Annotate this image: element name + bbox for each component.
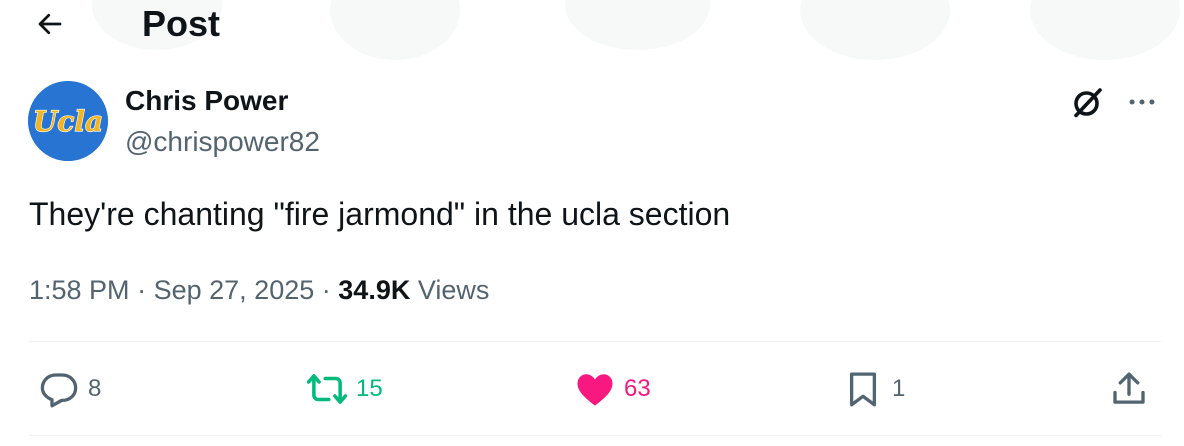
- reply-count: 8: [88, 375, 102, 402]
- divider: [29, 435, 1161, 436]
- tweet-date[interactable]: Sep 27, 2025: [154, 275, 315, 305]
- views-count: 34.9K: [338, 275, 411, 305]
- svg-text:Ucla: Ucla: [33, 105, 103, 138]
- bookmark-count: 1: [892, 375, 906, 402]
- blurred-background-shape: [1030, 0, 1180, 60]
- reply-button[interactable]: 8: [38, 366, 101, 412]
- views-label: Views: [417, 275, 490, 305]
- avatar[interactable]: Ucla: [28, 81, 108, 161]
- back-button[interactable]: [30, 4, 70, 44]
- reply-icon: [40, 373, 78, 408]
- blurred-background-shape: [330, 0, 460, 60]
- more-options-button[interactable]: [1122, 84, 1162, 120]
- meta-separator: ·: [137, 275, 147, 305]
- ucla-logo: Ucla: [28, 81, 108, 161]
- bookmark-icon: [849, 372, 877, 407]
- grok-icon: [1074, 88, 1102, 118]
- tweet-meta: 1:58 PM · Sep 27, 2025 · 34.9K Views: [29, 272, 489, 308]
- like-button[interactable]: 63: [574, 366, 651, 412]
- tweet-text: They're chanting "fire jarmond" in the u…: [29, 196, 731, 232]
- blurred-background-shape: [800, 0, 950, 60]
- grok-button[interactable]: [1068, 84, 1108, 120]
- tweet-time[interactable]: 1:58 PM: [29, 275, 130, 305]
- author-name[interactable]: Chris Power: [125, 84, 288, 118]
- author-handle[interactable]: @chrispower82: [125, 125, 320, 159]
- page-title: Post: [142, 3, 221, 44]
- repost-button[interactable]: 15: [306, 366, 383, 412]
- bookmark-button[interactable]: 1: [842, 366, 905, 412]
- blurred-background-shape: [565, 0, 710, 50]
- repost-icon: [306, 374, 348, 404]
- heart-icon: [577, 374, 613, 406]
- share-button[interactable]: [1108, 366, 1150, 412]
- divider: [29, 341, 1161, 342]
- meta-separator: ·: [321, 275, 331, 305]
- post-page: Post Ucla Chris Power @chrispower82 They…: [0, 0, 1184, 446]
- more-icon: [1129, 99, 1155, 105]
- share-icon: [1113, 372, 1145, 404]
- like-count: 63: [624, 375, 651, 402]
- arrow-left-icon: [38, 13, 62, 35]
- repost-count: 15: [356, 375, 383, 402]
- page-header: Post: [0, 0, 1184, 60]
